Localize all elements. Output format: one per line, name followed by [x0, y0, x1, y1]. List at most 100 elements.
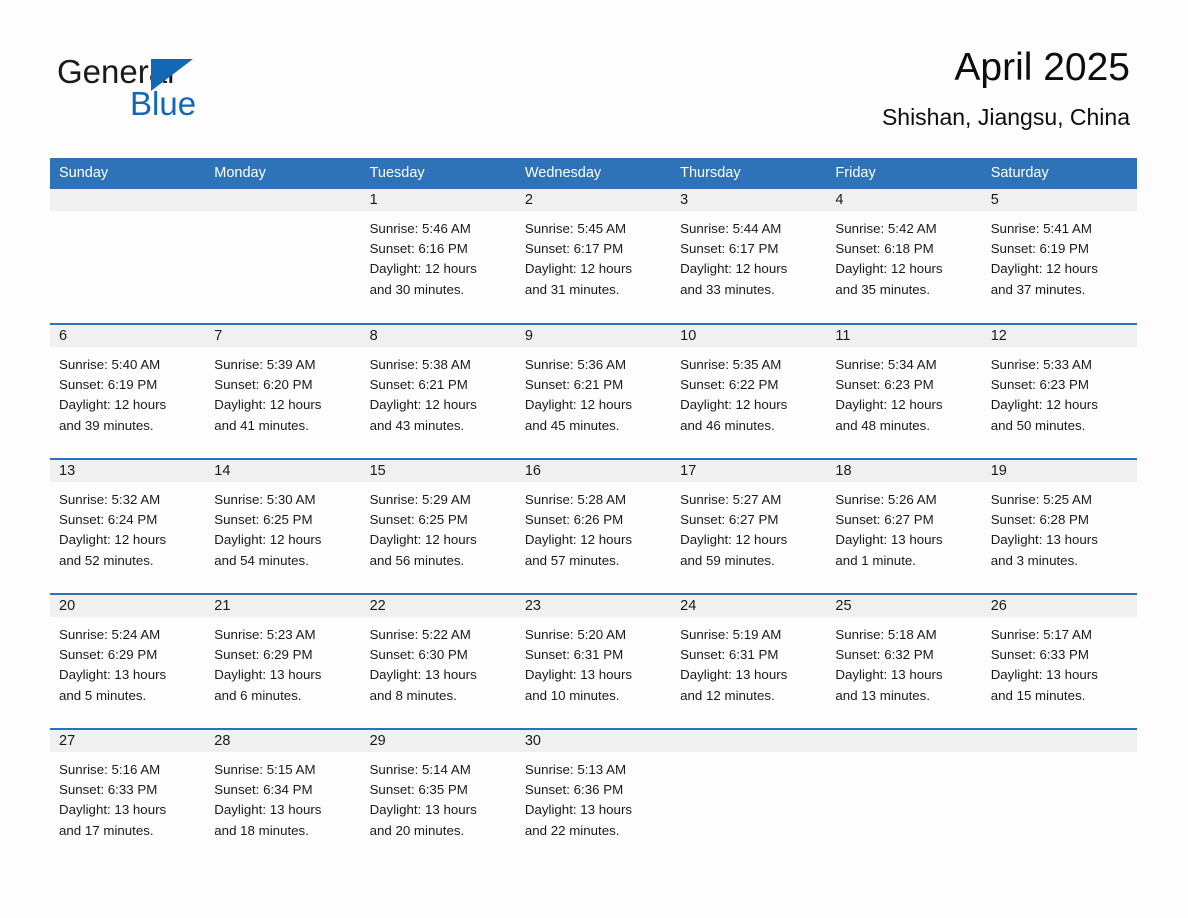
sunset-text: Sunset: 6:19 PM	[990, 241, 1089, 257]
daylight-text-line1: Daylight: 13 hours	[990, 532, 1098, 548]
day-cell[interactable]	[826, 729, 982, 864]
calendar-header-row: Sunday Monday Tuesday Wednesday Thursday…	[50, 158, 1137, 189]
day-cell[interactable]: 6 Sunrise: 5:40 AM Sunset: 6:19 PM Daylight…	[50, 324, 206, 459]
day-number: 9	[515, 325, 672, 347]
daylight-text-line1: Daylight: 12 hours	[369, 397, 477, 413]
title-block: April 2025 Shishan, Jiangsu, China	[882, 44, 1130, 132]
daylight-text-line2: and 8 minutes.	[369, 687, 457, 703]
day-cell[interactable]: 4 Sunrise: 5:42 AM Sunset: 6:18 PM Daylight…	[826, 189, 982, 324]
day-cell[interactable]: 10 Sunrise: 5:35 AM Sunset: 6:22 PM Dayligh…	[671, 324, 827, 459]
daylight-text-line2: and 57 minutes.	[524, 552, 620, 568]
day-number: 30	[515, 730, 672, 752]
sunset-text: Sunset: 6:22 PM	[680, 377, 779, 393]
day-number: 29	[360, 730, 516, 752]
day-cell[interactable]: 3 Sunrise: 5:44 AM Sunset: 6:17 PM Daylight…	[671, 189, 827, 324]
day-cell[interactable]: 2 Sunrise: 5:45 AM Sunset: 6:17 PM Daylight…	[515, 189, 672, 324]
sunrise-text: Sunrise: 5:16 AM	[59, 762, 161, 777]
day-cell[interactable]: 19 Sunrise: 5:25 AM Sunset: 6:28 PM Dayligh…	[981, 459, 1137, 594]
day-cell[interactable]: 20 Sunrise: 5:24 AM Sunset: 6:29 PM Dayligh…	[50, 594, 206, 729]
day-cell[interactable]: 26 Sunrise: 5:17 AM Sunset: 6:33 PM Dayligh…	[981, 594, 1137, 729]
day-details: Sunrise: 5:32 AM Sunset: 6:24 PM Daylight:…	[50, 482, 205, 571]
sunrise-text: Sunrise: 5:40 AM	[59, 357, 161, 372]
day-cell[interactable]: 23 Sunrise: 5:20 AM Sunset: 6:31 PM Dayligh…	[515, 594, 672, 729]
day-cell[interactable]: 12 Sunrise: 5:33 AM Sunset: 6:23 PM Dayligh…	[981, 324, 1137, 459]
day-cell[interactable]: 9 Sunrise: 5:36 AM Sunset: 6:21 PM Daylight…	[515, 324, 672, 459]
daylight-text-line1: Daylight: 12 hours	[59, 397, 167, 413]
day-cell[interactable]: 15 Sunrise: 5:29 AM Sunset: 6:25 PM Dayligh…	[360, 459, 516, 594]
day-cell[interactable]: 27 Sunrise: 5:16 AM Sunset: 6:33 PM Dayligh…	[50, 729, 206, 864]
sunrise-text: Sunrise: 5:32 AM	[59, 492, 161, 507]
week-row: 6 Sunrise: 5:40 AM Sunset: 6:19 PM Daylight…	[50, 324, 1137, 459]
day-number: 26	[981, 595, 1137, 617]
day-number: 1	[360, 189, 516, 211]
daylight-text-line1: Daylight: 12 hours	[524, 532, 633, 548]
daylight-text-line2: and 35 minutes.	[835, 281, 931, 297]
day-cell[interactable]: 7 Sunrise: 5:39 AM Sunset: 6:20 PM Daylight…	[205, 324, 361, 459]
day-cell[interactable]: 22 Sunrise: 5:22 AM Sunset: 6:30 PM Dayligh…	[360, 594, 516, 729]
day-cell[interactable]: 24 Sunrise: 5:19 AM Sunset: 6:31 PM Dayligh…	[671, 594, 827, 729]
sunset-text: Sunset: 6:34 PM	[214, 782, 313, 798]
day-cell[interactable]: 16 Sunrise: 5:28 AM Sunset: 6:26 PM Dayligh…	[515, 459, 672, 594]
day-details: Sunrise: 5:44 AM Sunset: 6:17 PM Daylight:…	[671, 211, 826, 300]
day-cell[interactable]: 1 Sunrise: 5:46 AM Sunset: 6:16 PM Daylight…	[360, 189, 516, 324]
day-cell[interactable]: 18 Sunrise: 5:26 AM Sunset: 6:27 PM Dayligh…	[826, 459, 982, 594]
day-number: 8	[360, 325, 516, 347]
sunrise-text: Sunrise: 5:39 AM	[214, 357, 316, 372]
day-cell[interactable]: 11 Sunrise: 5:34 AM Sunset: 6:23 PM Dayligh…	[826, 324, 982, 459]
sunset-text: Sunset: 6:18 PM	[835, 241, 934, 257]
day-cell[interactable]: 29 Sunrise: 5:14 AM Sunset: 6:35 PM Dayligh…	[360, 729, 516, 864]
day-details: Sunrise: 5:40 AM Sunset: 6:19 PM Daylight:…	[50, 347, 205, 436]
day-number: 24	[671, 595, 827, 617]
day-cell[interactable]: 5 Sunrise: 5:41 AM Sunset: 6:19 PM Daylight…	[981, 189, 1137, 324]
day-number: 17	[671, 460, 827, 482]
day-cell[interactable]	[205, 189, 361, 324]
day-cell[interactable]: 28 Sunrise: 5:15 AM Sunset: 6:34 PM Dayligh…	[205, 729, 361, 864]
day-number: 22	[360, 595, 516, 617]
sunset-text: Sunset: 6:24 PM	[59, 512, 158, 528]
daylight-text-line1: Daylight: 13 hours	[680, 667, 788, 683]
daylight-text-line2: and 5 minutes.	[59, 687, 147, 703]
sunset-text: Sunset: 6:21 PM	[524, 377, 624, 393]
day-details	[826, 752, 981, 760]
day-cell[interactable]: 30 Sunrise: 5:13 AM Sunset: 6:36 PM Dayligh…	[515, 729, 672, 864]
daylight-text-line2: and 22 minutes.	[524, 822, 620, 838]
sunset-text: Sunset: 6:23 PM	[835, 377, 934, 393]
page-masthead: General Blue April 2025 Shishan, Jiangsu…	[0, 0, 1188, 150]
sunset-text: Sunset: 6:20 PM	[214, 377, 313, 393]
sunset-text: Sunset: 6:28 PM	[990, 512, 1089, 528]
daylight-text-line1: Daylight: 12 hours	[214, 532, 322, 548]
day-details: Sunrise: 5:35 AM Sunset: 6:22 PM Daylight:…	[671, 347, 826, 436]
general-blue-logo[interactable]: General Blue	[57, 52, 277, 132]
sunrise-text: Sunrise: 5:41 AM	[990, 221, 1092, 236]
day-details: Sunrise: 5:26 AM Sunset: 6:27 PM Daylight:…	[826, 482, 981, 571]
daylight-text-line2: and 31 minutes.	[524, 281, 620, 297]
day-cell[interactable]: 8 Sunrise: 5:38 AM Sunset: 6:21 PM Daylight…	[360, 324, 516, 459]
day-details: Sunrise: 5:25 AM Sunset: 6:28 PM Daylight:…	[982, 482, 1137, 571]
day-cell[interactable]	[981, 729, 1137, 864]
day-number: 13	[50, 460, 206, 482]
day-cell[interactable]: 25 Sunrise: 5:18 AM Sunset: 6:32 PM Dayligh…	[826, 594, 982, 729]
sunrise-text: Sunrise: 5:35 AM	[680, 357, 782, 372]
day-details: Sunrise: 5:19 AM Sunset: 6:31 PM Daylight:…	[671, 617, 826, 706]
day-cell[interactable]	[50, 189, 206, 324]
sunrise-text: Sunrise: 5:25 AM	[990, 492, 1092, 507]
daylight-text-line1: Daylight: 12 hours	[524, 261, 633, 277]
day-cell[interactable]: 13 Sunrise: 5:32 AM Sunset: 6:24 PM Dayligh…	[50, 459, 206, 594]
day-cell[interactable]: 14 Sunrise: 5:30 AM Sunset: 6:25 PM Dayligh…	[205, 459, 361, 594]
day-details: Sunrise: 5:42 AM Sunset: 6:18 PM Daylight:…	[826, 211, 981, 300]
daylight-text-line1: Daylight: 13 hours	[835, 667, 943, 683]
day-cell[interactable]	[671, 729, 827, 864]
weekday-header-saturday: Saturday	[981, 158, 1137, 189]
day-details: Sunrise: 5:27 AM Sunset: 6:27 PM Daylight:…	[671, 482, 826, 571]
day-cell[interactable]: 17 Sunrise: 5:27 AM Sunset: 6:27 PM Dayligh…	[671, 459, 827, 594]
sunset-text: Sunset: 6:33 PM	[59, 782, 158, 798]
day-number: 28	[205, 730, 361, 752]
day-cell[interactable]: 21 Sunrise: 5:23 AM Sunset: 6:29 PM Dayligh…	[205, 594, 361, 729]
daylight-text-line2: and 37 minutes.	[990, 281, 1086, 297]
daylight-text-line2: and 39 minutes.	[59, 417, 154, 433]
daylight-text-line2: and 46 minutes.	[680, 417, 775, 433]
sunrise-text: Sunrise: 5:44 AM	[680, 221, 782, 236]
daylight-text-line1: Daylight: 12 hours	[59, 532, 167, 548]
daylight-text-line1: Daylight: 12 hours	[369, 261, 477, 277]
page-title: April 2025	[954, 46, 1130, 89]
